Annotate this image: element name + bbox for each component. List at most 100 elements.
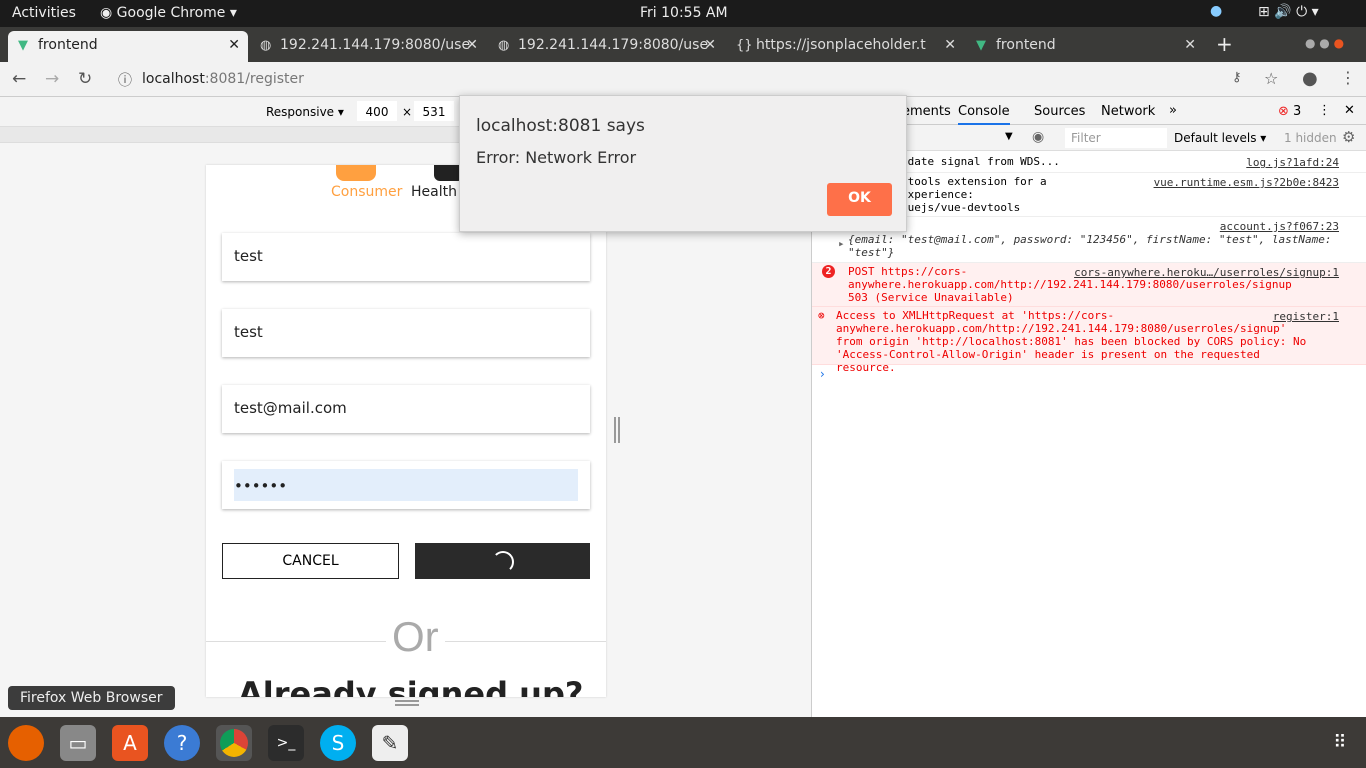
log-text: {email: "test@mail.com", password: "1234… <box>848 233 1332 259</box>
skype-icon[interactable]: S <box>320 725 356 761</box>
height-input[interactable]: 531 <box>414 101 454 121</box>
password-value: •••••• <box>234 469 578 501</box>
chrome-icon[interactable] <box>216 725 252 761</box>
url-field[interactable]: localhost:8081/register <box>142 71 304 87</box>
globe-icon: ◍ <box>260 38 272 53</box>
times-sign: × <box>402 105 413 119</box>
tab-label: 192.241.144.179:8080/use <box>280 37 471 53</box>
log-source-link[interactable]: cors-anywhere.heroku…/userroles/signup:1 <box>1074 266 1339 279</box>
device-mode: Responsive <box>266 105 335 119</box>
resize-handle-bottom[interactable] <box>395 700 419 706</box>
last-name-input[interactable]: test <box>222 309 590 357</box>
app-menu[interactable]: ◉ Google Chrome ▾ <box>100 5 237 21</box>
json-icon: {} <box>736 38 753 53</box>
tab-network[interactable]: Network <box>1101 104 1155 119</box>
console-error: ⊗ Access to XMLHttpRequest at 'https://co… <box>812 307 1366 374</box>
system-status-icons[interactable]: ⊞ 🔊 ⏻ ▾ <box>1258 4 1319 20</box>
firefox-icon[interactable] <box>8 725 44 761</box>
tab-label: frontend <box>38 37 98 53</box>
devtools-menu-icon[interactable]: ⋮ <box>1318 103 1331 118</box>
tab-label: https://jsonplaceholder.t <box>756 37 926 53</box>
ok-button[interactable]: OK <box>827 183 892 216</box>
filter-input[interactable]: Filter <box>1065 128 1167 148</box>
show-applications-icon[interactable]: ⠿ <box>1322 725 1358 761</box>
width-input[interactable]: 400 <box>357 101 397 121</box>
first-name-input[interactable]: test <box>222 233 590 281</box>
help-icon[interactable]: ? <box>164 725 200 761</box>
vue-icon: ▼ <box>976 38 986 53</box>
log-source-link[interactable]: log.js?1afd:24 <box>1246 156 1339 169</box>
more-tabs-button[interactable]: » <box>1169 103 1177 118</box>
app-name: Google Chrome <box>116 5 226 21</box>
consumer-icon[interactable] <box>336 165 376 181</box>
tab-label: frontend <box>996 37 1056 53</box>
device-mode-select[interactable]: Responsive ▾ <box>266 105 344 119</box>
expand-arrow-icon[interactable]: ▸ <box>838 237 845 250</box>
log-source-link[interactable]: register:1 <box>1273 310 1339 323</box>
tab[interactable]: ▼ frontend ✕ <box>966 31 1204 62</box>
error-icon: ⊗ <box>1278 104 1289 119</box>
close-tab-icon[interactable]: ✕ <box>1184 37 1196 53</box>
back-button[interactable]: ← <box>12 69 26 89</box>
resize-handle-right[interactable] <box>614 417 620 443</box>
tab-console[interactable]: Console <box>958 104 1010 125</box>
tab-label: 192.241.144.179:8080/use <box>518 37 709 53</box>
tab-sources[interactable]: Sources <box>1034 104 1085 119</box>
close-tab-icon[interactable]: ✕ <box>704 37 716 53</box>
role-consumer[interactable]: Consumer <box>331 184 402 200</box>
forward-button[interactable]: → <box>45 69 59 89</box>
info-icon[interactable]: ⓘ <box>118 70 132 90</box>
skype-tray-icon[interactable]: ● <box>1210 3 1222 19</box>
settings-gear-icon[interactable]: ⚙ <box>1342 128 1355 146</box>
tab-strip: ▼ frontend ✕ ◍ 192.241.144.179:8080/use ✕ ◍ 1… <box>0 27 1366 62</box>
address-bar-row: ← → ↻ ⓘ localhost:8081/register ⚷ ☆ ● ⋮ <box>0 62 1366 97</box>
files-icon[interactable]: ▭ <box>60 725 96 761</box>
tab-frontend-active[interactable]: ▼ frontend ✕ <box>8 31 248 62</box>
or-separator: Or <box>386 613 445 661</box>
tab-elements[interactable]: ements <box>902 104 951 119</box>
reload-button[interactable]: ↻ <box>78 69 92 89</box>
already-signed-up-heading: Already signed up? <box>238 675 584 697</box>
globe-icon: ◍ <box>498 38 510 53</box>
close-tab-icon[interactable]: ✕ <box>944 37 956 53</box>
eye-icon[interactable]: ◉ <box>1032 129 1044 145</box>
dialog-message: Error: Network Error <box>476 148 637 167</box>
loading-spinner-icon <box>491 551 514 573</box>
url-path: :8081/register <box>204 71 304 87</box>
console-prompt[interactable]: › <box>820 367 825 381</box>
hidden-count: 1 hidden <box>1284 131 1337 145</box>
text-editor-icon[interactable]: ✎ <box>372 725 408 761</box>
cancel-button[interactable]: CANCEL <box>222 543 399 579</box>
dock: ▭ A ? >_ S ✎ ⠿ <box>0 717 1366 768</box>
menu-icon[interactable]: ⋮ <box>1340 68 1356 87</box>
bookmark-star-icon[interactable]: ☆ <box>1264 69 1278 88</box>
tab[interactable]: ◍ 192.241.144.179:8080/use ✕ <box>488 31 724 62</box>
email-input[interactable]: test@mail.com <box>222 385 590 433</box>
password-input[interactable]: •••••• <box>222 461 590 509</box>
error-icon: ⊗ <box>818 309 825 322</box>
tab[interactable]: ◍ 192.241.144.179:8080/use ✕ <box>250 31 486 62</box>
submit-button[interactable] <box>415 543 590 579</box>
profile-icon[interactable]: ● <box>1302 68 1318 89</box>
error-count[interactable]: ⊗ 3 <box>1278 104 1301 119</box>
new-tab-button[interactable]: + <box>1216 32 1233 56</box>
context-select[interactable]: ▼ <box>1005 131 1013 142</box>
console-error: 2 POST https://cors-anywhere.herokuapp.co… <box>812 263 1366 307</box>
terminal-icon[interactable]: >_ <box>268 725 304 761</box>
window-controls[interactable]: ● ● ● <box>1305 36 1344 50</box>
activities-button[interactable]: Activities <box>12 5 76 21</box>
software-center-icon[interactable]: A <box>112 725 148 761</box>
levels-select[interactable]: Default levels ▾ <box>1174 131 1266 145</box>
dock-tooltip: Firefox Web Browser <box>8 686 175 710</box>
log-source-link[interactable]: vue.runtime.esm.js?2b0e:8423 <box>1154 176 1339 189</box>
log-text: Access to XMLHttpRequest at 'https://cor… <box>836 309 1307 374</box>
close-tab-icon[interactable]: ✕ <box>466 37 478 53</box>
close-devtools-icon[interactable]: ✕ <box>1344 103 1355 118</box>
register-page: Consumer Health C test test test@mail.co… <box>206 165 606 697</box>
tab[interactable]: {} https://jsonplaceholder.t ✕ <box>726 31 964 62</box>
close-tab-icon[interactable]: ✕ <box>228 37 240 53</box>
clock[interactable]: Fri 10:55 AM <box>640 5 728 21</box>
key-icon[interactable]: ⚷ <box>1232 70 1242 85</box>
error-count-value: 3 <box>1293 104 1302 119</box>
log-source-link[interactable]: account.js?f067:23 <box>1220 220 1339 233</box>
